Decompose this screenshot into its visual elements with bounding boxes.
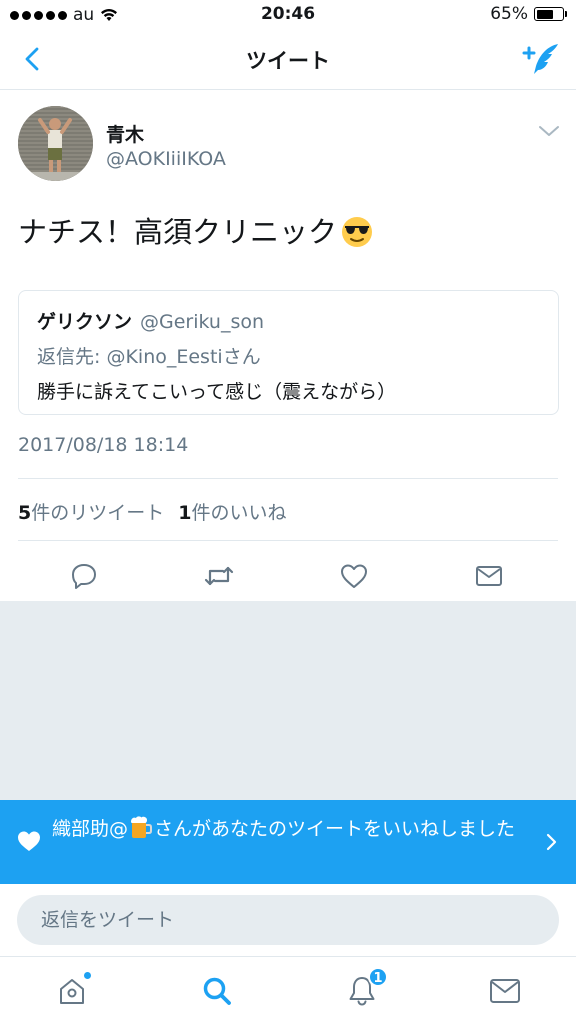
sunglasses-emoji-icon bbox=[342, 217, 373, 247]
avatar-photo bbox=[18, 106, 93, 181]
like-number: 1 bbox=[178, 502, 192, 524]
author-name[interactable]: 青木 bbox=[106, 120, 144, 147]
page-title: ツイート bbox=[246, 49, 330, 73]
reply-to-handle[interactable]: @Kino_Eesti bbox=[106, 346, 222, 368]
tweet-text: ナチス！高須クリニック bbox=[18, 212, 373, 252]
navigation-bar: ツイート bbox=[0, 30, 576, 90]
reply-bar bbox=[0, 884, 576, 956]
tab-search[interactable] bbox=[199, 973, 235, 1009]
retweet-icon bbox=[204, 566, 234, 586]
divider bbox=[18, 540, 558, 541]
like-button[interactable] bbox=[334, 556, 374, 596]
quoted-tweet-text: 勝手に訴えてこいって感じ（震えながら） bbox=[37, 381, 397, 403]
engagement-stats: 5件のリツイート 1件のいいね bbox=[18, 498, 287, 525]
author-handle[interactable]: @AOKIiiIKOA bbox=[106, 148, 226, 170]
home-icon bbox=[60, 979, 84, 1004]
battery-icon bbox=[534, 7, 567, 21]
heart-icon bbox=[341, 564, 367, 588]
search-icon bbox=[203, 977, 231, 1005]
reply-context: 返信先: @Kino_Eestiさん bbox=[37, 342, 540, 369]
notification-text: 織部助@ さんがあなたのツイートをいいねしました bbox=[52, 814, 532, 843]
tab-messages[interactable] bbox=[487, 973, 523, 1009]
compose-tweet-icon[interactable] bbox=[522, 40, 562, 80]
quoted-tweet[interactable]: ゲリクソン @Geriku_son 返信先: @Kino_Eestiさん 勝手に… bbox=[18, 290, 559, 415]
status-bar: au 20:46 65% bbox=[0, 0, 576, 30]
envelope-icon bbox=[476, 566, 502, 586]
reply-prefix: 返信先: bbox=[37, 346, 101, 368]
quoted-tweet-header: ゲリクソン @Geriku_son bbox=[37, 307, 540, 334]
retweet-number: 5 bbox=[18, 502, 32, 524]
tab-bar: 1 bbox=[0, 956, 576, 1024]
envelope-icon bbox=[490, 979, 520, 1003]
new-content-dot bbox=[83, 971, 92, 980]
avatar[interactable] bbox=[18, 106, 93, 181]
reply-button[interactable] bbox=[64, 556, 104, 596]
heart-filled-icon bbox=[18, 831, 40, 851]
notifications-badge: 1 bbox=[368, 967, 388, 987]
retweet-count[interactable]: 5件のリツイート bbox=[18, 498, 164, 525]
retweet-button[interactable] bbox=[199, 556, 239, 596]
divider bbox=[18, 478, 558, 479]
direct-message-button[interactable] bbox=[469, 556, 509, 596]
reply-icon bbox=[72, 564, 96, 589]
tab-notifications[interactable]: 1 bbox=[344, 967, 388, 1009]
reply-input[interactable] bbox=[17, 895, 559, 945]
empty-background-area bbox=[0, 601, 576, 800]
battery-info: 65% bbox=[490, 4, 567, 24]
like-label: 件のいいね bbox=[191, 502, 287, 524]
notifier-name: 織部助@ bbox=[52, 818, 129, 840]
tab-home[interactable] bbox=[54, 971, 92, 1009]
tweet-body: ナチス！高須クリニック bbox=[18, 215, 338, 249]
quoted-author-handle: @Geriku_son bbox=[140, 311, 265, 333]
notification-message: さんがあなたのツイートをいいねしました bbox=[154, 818, 516, 840]
quoted-author-name: ゲリクソン bbox=[37, 311, 133, 333]
chevron-right-icon[interactable] bbox=[546, 832, 558, 852]
retweet-label: 件のリツイート bbox=[31, 502, 165, 524]
chevron-down-icon[interactable] bbox=[538, 124, 560, 138]
reply-suffix: さん bbox=[222, 346, 261, 368]
like-count[interactable]: 1件のいいね bbox=[178, 498, 286, 525]
tweet-timestamp: 2017/08/18 18:14 bbox=[18, 434, 189, 456]
tweet-actions bbox=[0, 552, 576, 602]
beer-mug-emoji-icon bbox=[131, 816, 153, 838]
like-notification-banner[interactable]: 織部助@ さんがあなたのツイートをいいねしました bbox=[0, 800, 576, 884]
battery-percent: 65% bbox=[490, 4, 528, 24]
